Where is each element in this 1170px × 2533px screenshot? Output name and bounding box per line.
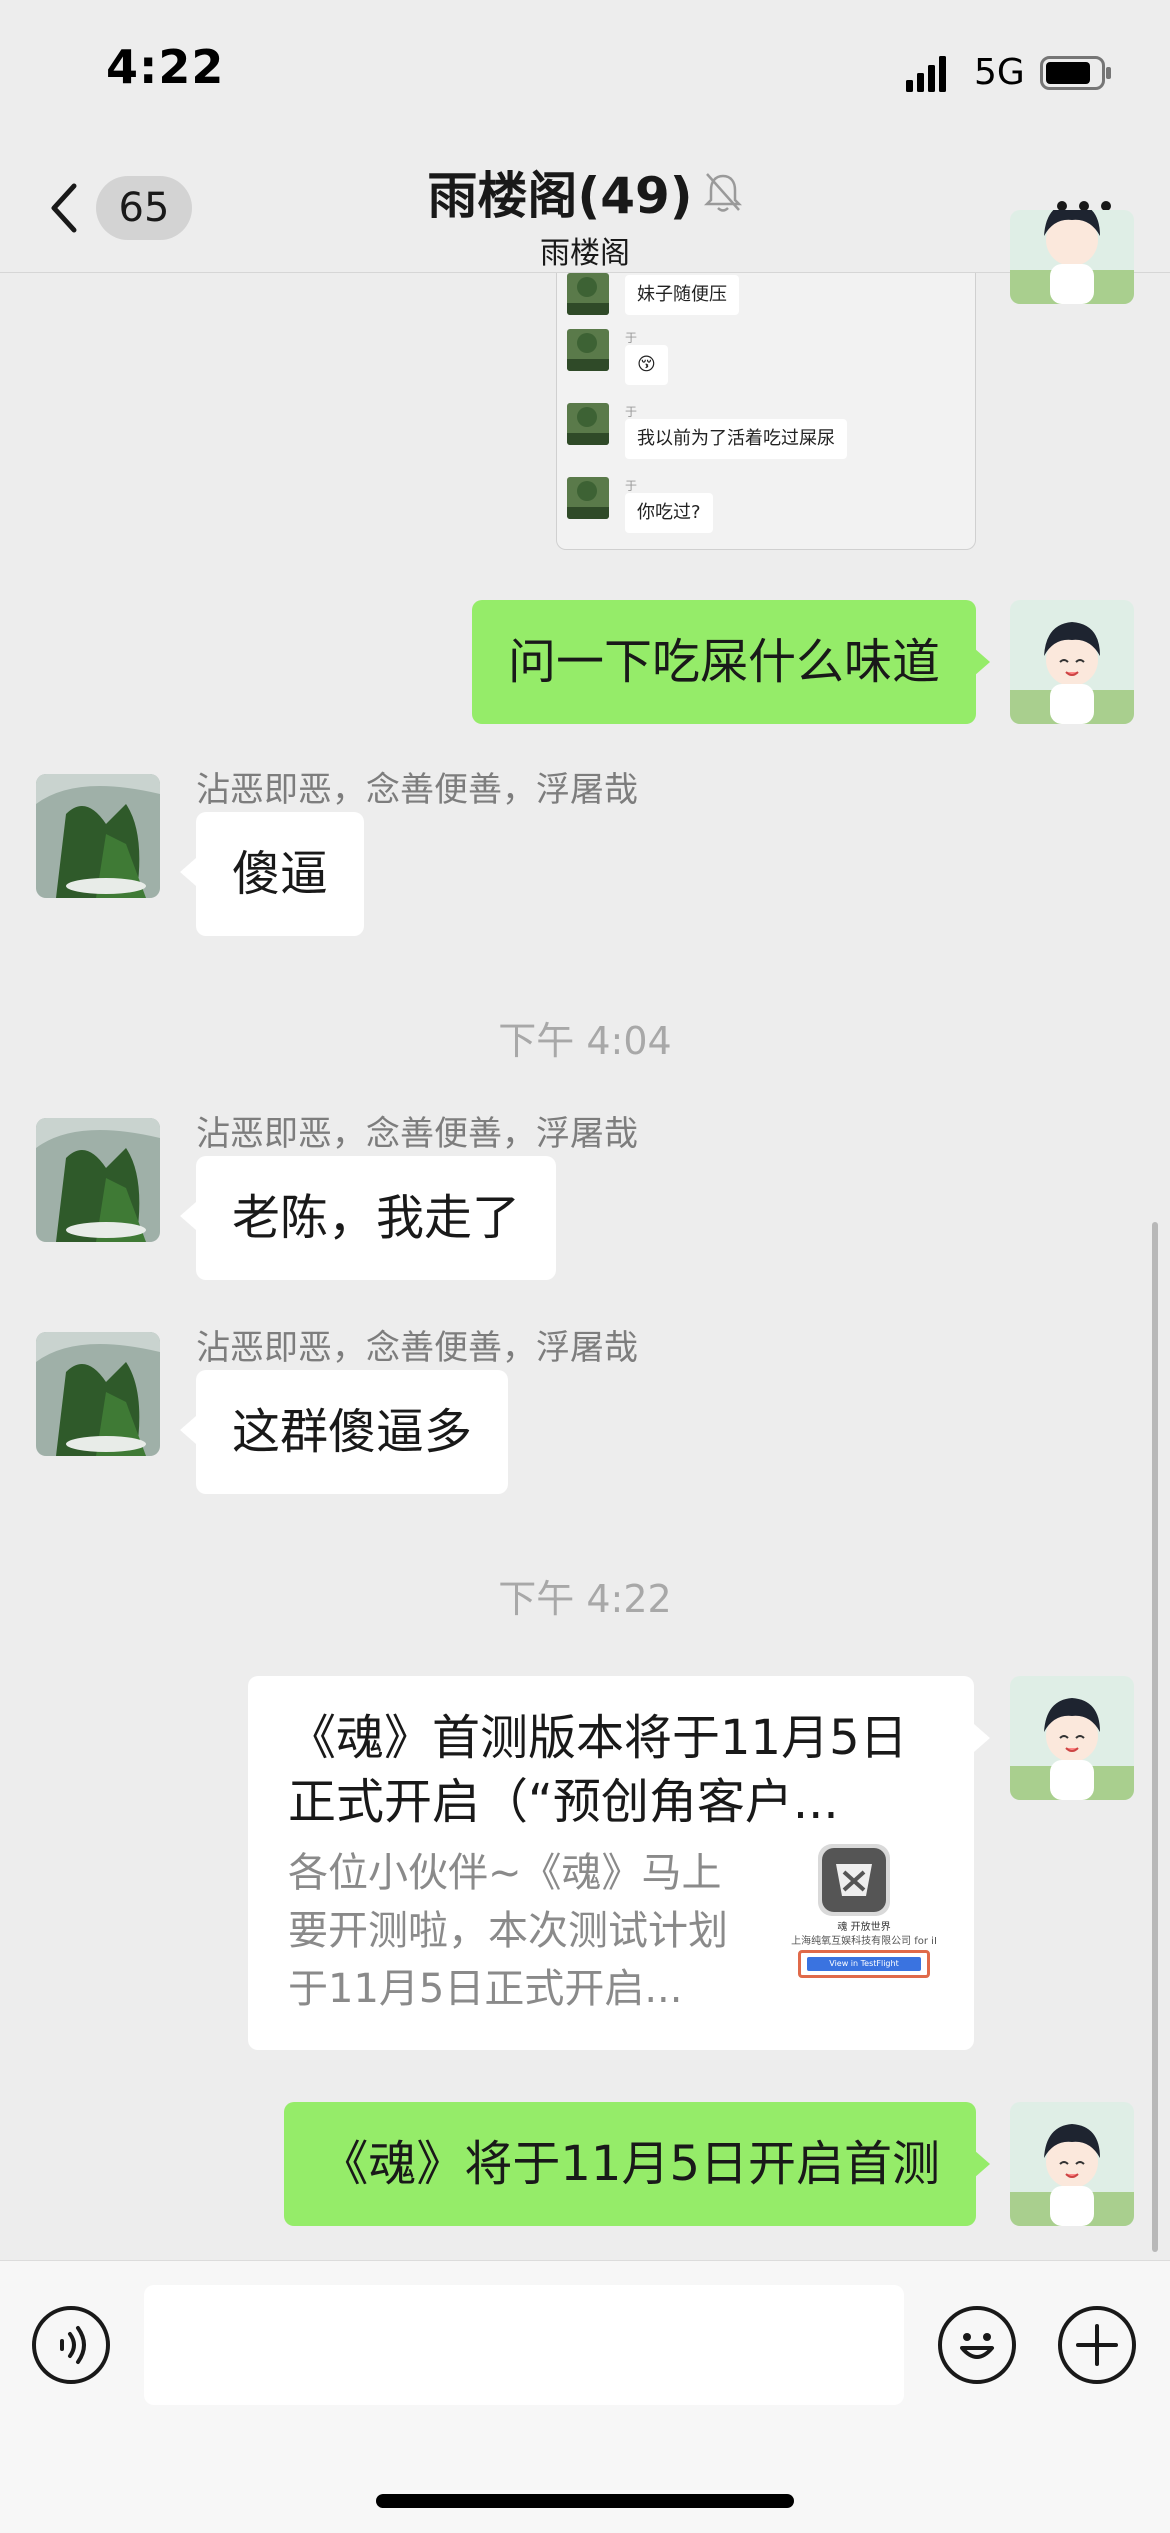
screenshot-bubble: 妹子随便压 (625, 275, 739, 315)
sender-name: 沾恶即恶，念善便善，浮屠哉 (196, 770, 638, 810)
voice-button[interactable] (32, 2306, 110, 2384)
bubble-tail (180, 1202, 196, 1230)
screenshot-bubble: 😚 (625, 345, 668, 385)
chat-subtitle: 雨楼阁 (540, 236, 630, 271)
contact-avatar[interactable] (36, 1332, 160, 1456)
thumb-title: 魂 开放世界 (837, 1922, 891, 1933)
self-avatar[interactable] (1010, 210, 1134, 304)
contact-avatar[interactable] (36, 1118, 160, 1242)
screenshot-sender: 于 (625, 479, 638, 493)
message-bubble-other[interactable]: 老陈，我走了 (196, 1156, 557, 1280)
add-button[interactable] (1058, 2306, 1136, 2384)
bubble-tail (180, 1416, 196, 1444)
thumb-button: View in TestFlight (807, 1957, 921, 1971)
bubble-tail (180, 858, 196, 886)
link-card-description: 各位小伙伴~《魂》马上要开测啦，本次测试计划于11月5日正式开启... (288, 1850, 728, 2012)
signal-icon (906, 56, 946, 92)
screenshot-sender: 于 (625, 405, 638, 419)
sender-name: 沾恶即恶，念善便善，浮屠哉 (196, 1328, 638, 1368)
message-bubble-other[interactable]: 这群傻逼多 (196, 1370, 509, 1494)
link-card-message[interactable]: 《魂》首测版本将于11月5日正式开启（“预创角客户... 各位小伙伴~《魂》马上… (248, 1676, 974, 2050)
image-message-screenshot[interactable]: 妹子随便压 于 😚 于 我以前为了活着吃过屎尿 于 你吃过? (556, 273, 976, 550)
sender-name: 沾恶即恶，念善便善，浮屠哉 (196, 1114, 638, 1154)
chat-scrollbar[interactable] (1152, 1222, 1158, 2252)
screenshot-avatar (567, 403, 609, 445)
voice-icon (60, 2326, 86, 2364)
bubble-tail (974, 2150, 990, 2178)
screenshot-avatar (567, 329, 609, 371)
self-avatar[interactable] (1010, 2102, 1134, 2226)
message-bubble-self[interactable]: 《魂》将于11月5日开启首测 (284, 2102, 976, 2226)
chat-title: 雨楼阁(49) (427, 167, 693, 225)
message-timestamp: 下午 4:22 (498, 1577, 672, 1621)
link-card-title: 《魂》首测版本将于11月5日正式开启（“预创角客户... (288, 1710, 908, 1830)
message-bubble-other[interactable]: 傻逼 (196, 812, 365, 936)
screenshot-avatar (567, 273, 609, 315)
bubble-tail (974, 1724, 990, 1752)
add-icon (1076, 2324, 1118, 2366)
self-avatar[interactable] (1010, 1676, 1134, 1800)
bubble-tail (974, 648, 990, 676)
link-card-thumbnail: 魂 开放世界 上海纯氧互娱科技有限公司 for iI View in TestF… (786, 1844, 942, 2004)
screenshot-sender: 于 (625, 331, 638, 345)
network-type: 5G (974, 52, 1025, 93)
battery-icon (1040, 56, 1111, 90)
emoji-icon (960, 2333, 994, 2359)
screenshot-bubble: 我以前为了活着吃过屎尿 (625, 419, 847, 459)
contact-avatar[interactable] (36, 774, 160, 898)
status-time: 4:22 (106, 40, 225, 94)
message-timestamp: 下午 4:04 (498, 1019, 672, 1063)
home-indicator (376, 2494, 794, 2508)
screenshot-bubble: 你吃过? (625, 493, 713, 533)
message-input[interactable] (144, 2285, 904, 2405)
thumb-company: 上海纯氧互娱科技有限公司 for iI (791, 1936, 937, 1947)
self-avatar[interactable] (1010, 600, 1134, 724)
thumb-highlight-frame: View in TestFlight (798, 1950, 930, 1978)
emoji-button[interactable] (938, 2306, 1016, 2384)
screenshot-avatar (567, 477, 609, 519)
chat-title-block[interactable]: 雨楼阁(49) 雨楼阁 (0, 156, 1170, 272)
mute-bell-icon (703, 173, 742, 212)
message-bubble-self[interactable]: 问一下吃屎什么味道 (471, 600, 976, 724)
